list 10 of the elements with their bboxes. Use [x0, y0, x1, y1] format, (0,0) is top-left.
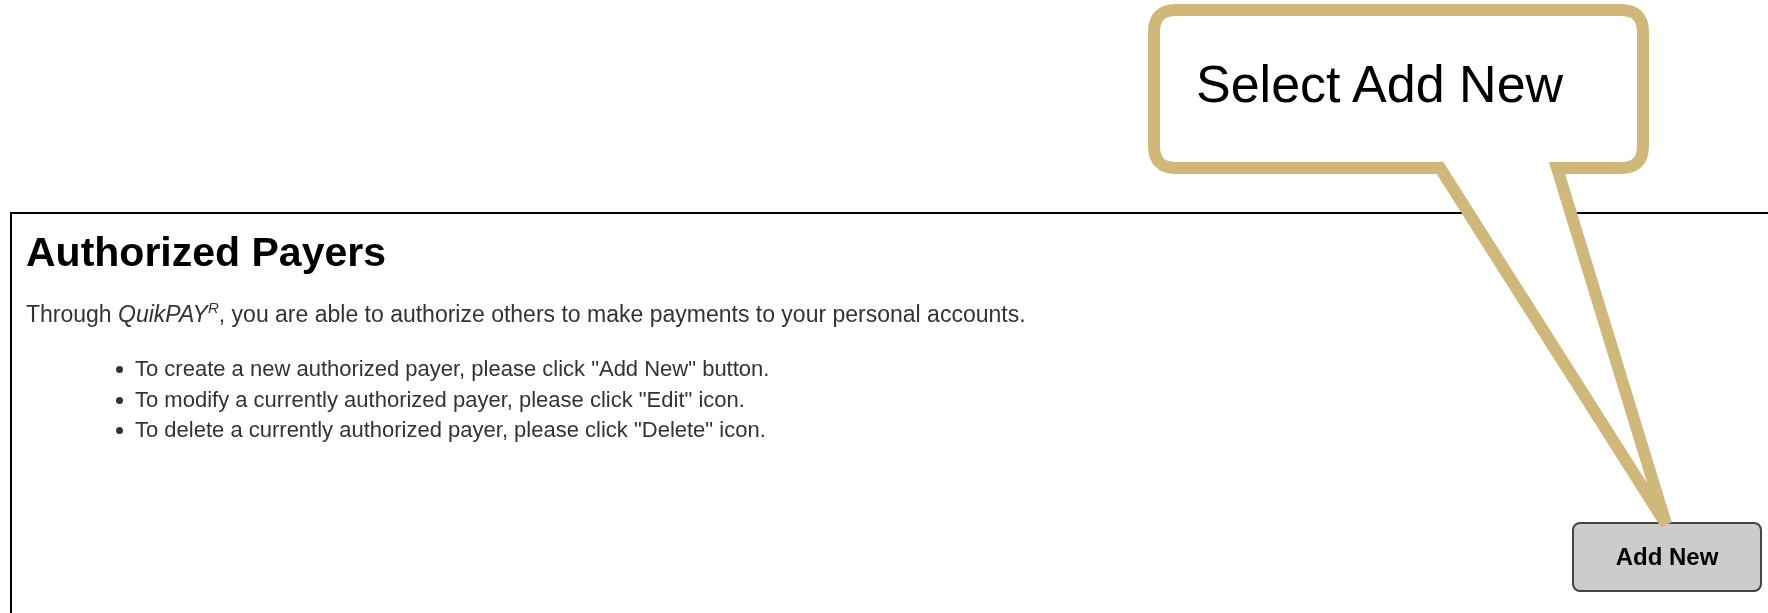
instruction-text: To delete a currently authorized payer, please click "Delete" icon. [135, 417, 766, 444]
bullet-icon [116, 426, 123, 434]
bullet-icon [116, 396, 123, 404]
callout-text: Select Add New [1196, 56, 1564, 114]
page-title: Authorized Payers [26, 228, 386, 277]
bullet-icon [116, 366, 123, 374]
instruction-text: To modify a currently authorized payer, please click "Edit" icon. [135, 386, 745, 414]
intro-text: Through QuikPAY$^{R}$, you are able to authorize others to make payments to your personal accounts. [26, 299, 1026, 329]
add-new-button[interactable]: Add New [1572, 521, 1762, 592]
instruction-text: To create a new authorized payer, please click "Add New" button. [135, 356, 770, 383]
